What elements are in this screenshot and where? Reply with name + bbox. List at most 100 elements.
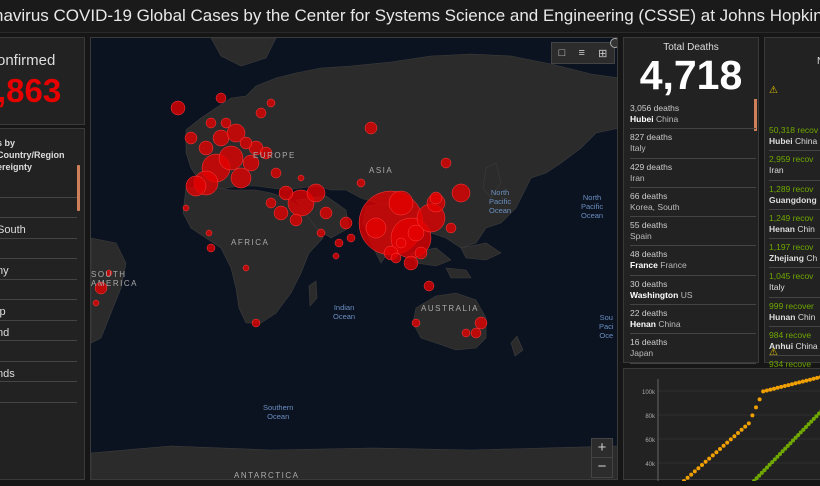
deaths-list-item[interactable]: 55 deaths Spain [630,217,756,246]
case-marker[interactable] [320,207,332,219]
china-case-point [758,397,762,401]
map-expand-icon[interactable] [610,38,618,48]
case-marker[interactable] [93,300,99,306]
case-marker[interactable] [183,205,189,211]
china-case-point [707,457,711,461]
case-marker[interactable] [462,329,470,337]
china-case-point [808,378,812,382]
case-marker[interactable] [475,317,487,329]
case-marker[interactable] [240,137,252,149]
recovered-list-item[interactable]: 2,959 recov Iran [769,151,820,180]
deaths-list-item[interactable]: 16 deaths Japan [630,334,756,363]
country-list-item[interactable]: ny [0,259,77,280]
case-marker[interactable] [207,244,215,252]
grid-icon[interactable]: ⊞ [598,47,607,60]
deaths-list-item[interactable]: 22 deathsHenan China [630,305,756,334]
case-marker[interactable] [415,247,427,259]
map-label-europe: EUROPE [253,151,296,160]
case-marker[interactable] [366,218,386,238]
case-marker[interactable] [206,230,212,236]
case-marker[interactable] [441,158,451,168]
case-marker[interactable] [243,265,249,271]
recovered-list-item[interactable]: 50,318 recovHubei China [769,122,820,151]
deaths-list[interactable]: 3,056 deathsHubei China827 deaths Italy4… [630,100,756,364]
country-list-item[interactable] [0,382,77,403]
case-marker[interactable] [412,319,420,327]
country-list-item[interactable] [0,239,77,260]
case-marker[interactable] [391,253,401,263]
case-marker[interactable] [471,328,481,338]
country-list-item[interactable]: nd [0,321,77,342]
chart-y-tick: 100k [642,390,656,396]
deaths-list-item[interactable]: 66 deaths Korea, South [630,188,756,217]
recovered-list-item[interactable]: 999 recoverHunan Chin [769,298,820,327]
case-marker[interactable] [267,99,275,107]
zoom-in-button[interactable]: + [592,439,612,458]
case-marker[interactable] [347,234,355,242]
case-marker[interactable] [298,175,304,181]
deaths-list-item[interactable]: 48 deathsFrance France [630,246,756,275]
case-marker[interactable] [221,118,231,128]
case-marker[interactable] [279,186,293,200]
case-marker[interactable] [186,176,206,196]
country-list-item[interactable] [0,280,77,301]
case-marker[interactable] [340,217,352,229]
deaths-list-item[interactable]: 30 deathsWashington US [630,276,756,305]
ocean-label-south-pacific: Sou Paci Oce [599,313,614,340]
case-marker[interactable] [365,122,377,134]
case-marker[interactable] [216,93,226,103]
case-marker[interactable] [252,319,260,327]
deaths-list-item[interactable]: 3,056 deathsHubei China [630,100,756,129]
recovered-list-item[interactable]: 1,197 recovZhejiang Ch [769,239,820,268]
case-marker[interactable] [389,191,413,215]
country-list-item[interactable]: South [0,218,77,239]
case-marker[interactable] [430,192,442,204]
deaths-list-item[interactable]: 827 deaths Italy [630,129,756,158]
case-marker[interactable] [446,223,456,233]
case-marker[interactable] [333,253,339,259]
case-marker[interactable] [219,146,243,170]
case-marker[interactable] [185,132,197,144]
case-marker[interactable] [404,256,418,270]
case-marker[interactable] [274,206,288,220]
list-icon[interactable]: ≡ [579,47,585,59]
case-marker[interactable] [317,229,325,237]
recovered-list-item[interactable]: 1,249 recovHenan Chin [769,210,820,239]
country-list[interactable]: South ny ipnd nds [0,177,77,403]
case-marker[interactable] [256,108,266,118]
deaths-location: Henan China [630,319,756,330]
case-marker[interactable] [307,184,325,202]
case-marker[interactable] [206,118,216,128]
map-canvas[interactable] [91,38,618,480]
case-marker[interactable] [396,238,406,248]
recovered-location: Zhejiang Ch [769,253,820,264]
country-list-scrollbar[interactable] [77,165,80,211]
case-marker[interactable] [357,179,365,187]
zoom-out-button[interactable]: − [592,458,612,477]
china-case-point [776,386,780,390]
country-list-item[interactable]: ip [0,300,77,321]
bookmark-icon[interactable]: □ [559,47,566,59]
case-marker[interactable] [424,281,434,291]
recovered-list-item[interactable]: 1,289 recovGuangdong [769,181,820,210]
country-list-item[interactable] [0,341,77,362]
case-marker[interactable] [213,130,229,146]
case-marker[interactable] [266,198,276,208]
case-marker[interactable] [335,239,343,247]
case-marker[interactable] [290,214,302,226]
case-marker[interactable] [231,168,251,188]
china-case-point [725,441,729,445]
country-list-panel[interactable]: s by Country/Region ereignty Southnyipnd… [0,128,85,480]
world-map[interactable]: EUROPE AFRICA ASIA AUSTRALIA SOUTH AMERI… [90,37,618,480]
case-marker[interactable] [171,101,185,115]
country-list-item[interactable]: nds [0,362,77,383]
country-list-item[interactable] [0,177,77,198]
deaths-count: 55 deaths [630,220,756,231]
case-marker[interactable] [199,141,213,155]
case-marker[interactable] [452,184,470,202]
deaths-list-item[interactable]: 429 deaths Iran [630,159,756,188]
recovered-list-item[interactable]: 1,045 recov Italy [769,268,820,297]
case-marker[interactable] [408,225,424,241]
case-marker[interactable] [271,168,281,178]
country-list-item[interactable] [0,198,77,219]
